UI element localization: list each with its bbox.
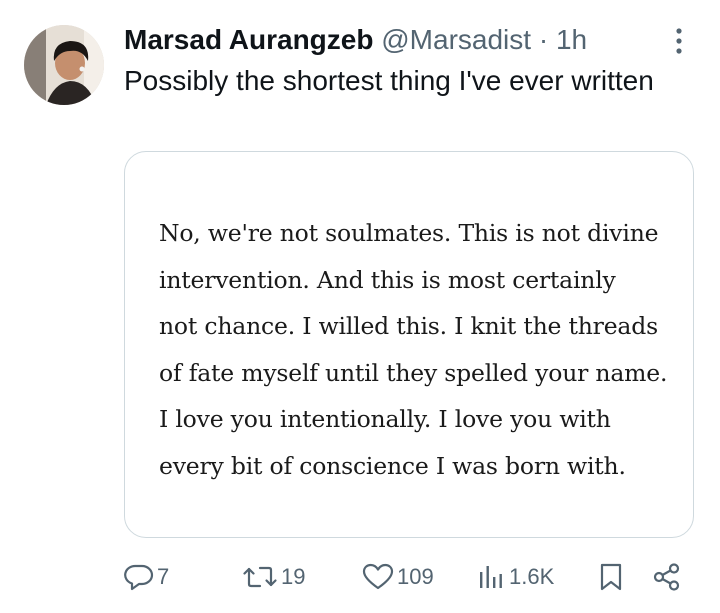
like-button[interactable]: 109 <box>362 560 434 594</box>
author-handle[interactable]: @Marsadist <box>381 24 531 55</box>
repost-count: 19 <box>281 564 306 589</box>
tweet-image[interactable]: No, we're not soulmates. This is not div… <box>124 151 694 538</box>
author-name[interactable]: Marsad Aurangzeb <box>124 24 373 55</box>
bookmark-icon <box>600 563 622 591</box>
quote-line: No, we're not soulmates. This is not div… <box>159 219 659 247</box>
reply-count: 7 <box>157 564 170 589</box>
separator-dot: · <box>538 24 549 55</box>
avatar[interactable] <box>24 25 104 105</box>
repost-icon <box>243 566 277 588</box>
share-icon <box>653 563 680 591</box>
quote-line: I love you intentionally. I love you wit… <box>159 405 611 434</box>
share-button[interactable] <box>652 560 682 594</box>
reply-button[interactable]: 7 <box>124 560 169 594</box>
timestamp[interactable]: 1h <box>556 24 587 55</box>
views-count: 1.6K <box>509 564 555 589</box>
avatar-photo <box>24 25 104 105</box>
more-options-button[interactable] <box>664 24 694 58</box>
tweet-header: Marsad Aurangzeb @Marsadist · 1h <box>124 22 587 58</box>
views-icon <box>480 566 502 588</box>
image-quote-text: No, we're not soulmates. This is not div… <box>159 210 679 490</box>
bookmark-button[interactable] <box>598 560 624 594</box>
like-icon <box>362 563 394 590</box>
repost-button[interactable]: 19 <box>242 560 305 594</box>
reply-icon <box>124 564 154 591</box>
views-button[interactable]: 1.6K <box>478 560 554 594</box>
quote-line: every bit of conscience I was born with. <box>159 451 626 480</box>
quote-line: of fate myself until they spelled your n… <box>159 358 668 387</box>
quote-line: not chance. I willed this. I knit the th… <box>159 312 658 341</box>
tweet-text: Possibly the shortest thing I've ever wr… <box>124 65 654 96</box>
like-count: 109 <box>397 564 434 589</box>
quote-line: intervention. And this is most certainly <box>159 265 616 294</box>
more-icon <box>676 28 682 54</box>
